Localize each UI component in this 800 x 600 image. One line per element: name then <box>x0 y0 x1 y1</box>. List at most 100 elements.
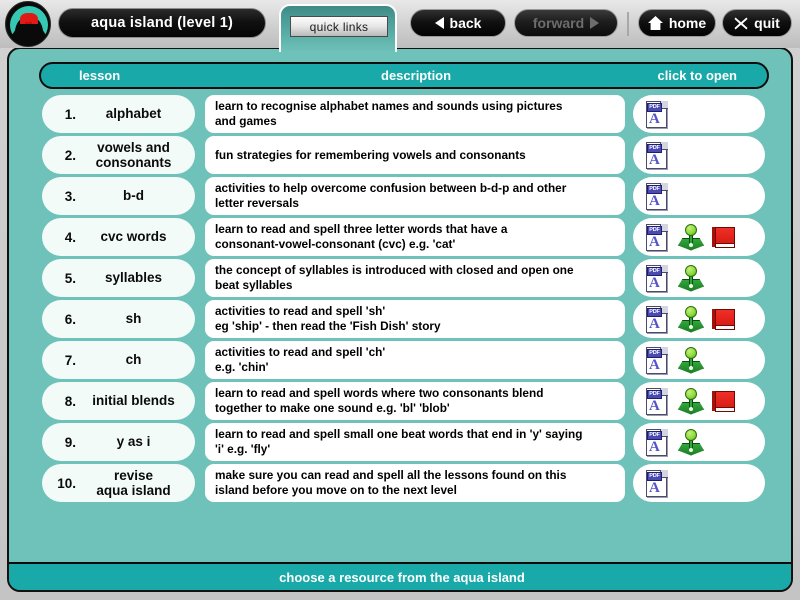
table-row: 8. initial blends learn to read and spell … <box>9 382 791 420</box>
description-cell: activities to help overcome confusion be… <box>205 177 625 215</box>
table-row: 7. ch activities to read and spell 'ch' e.… <box>9 341 791 379</box>
lesson-cell[interactable]: 6. sh <box>42 300 195 338</box>
description-cell: activities to read and spell 'ch' e.g. '… <box>205 341 625 379</box>
description-cell: activities to read and spell 'sh' eg 'sh… <box>205 300 625 338</box>
joystick-game-icon[interactable] <box>678 428 704 457</box>
lesson-cell[interactable]: 1. alphabet <box>42 95 195 133</box>
joystick-ball <box>685 428 697 441</box>
resource-icons-cell: PDF A <box>633 382 765 420</box>
pdf-acrobat-glyph: A <box>649 151 660 168</box>
pdf-acrobat-glyph: A <box>649 479 660 496</box>
lesson-name: sh <box>125 311 142 327</box>
quit-button[interactable]: quit <box>722 9 792 37</box>
description-cell: the concept of syllables is introduced w… <box>205 259 625 297</box>
joystick-button <box>689 406 693 411</box>
joystick-ball <box>685 264 697 277</box>
lesson-number: 2. <box>64 147 76 163</box>
description-text: make sure you can read and spell all the… <box>215 468 567 497</box>
description-text: learn to read and spell small one beat w… <box>215 427 583 456</box>
quick-links-button[interactable]: quick links <box>290 16 388 37</box>
x-icon <box>734 17 748 29</box>
description-text: learn to read and spell words where two … <box>215 386 544 415</box>
description-text: fun strategies for remembering vowels an… <box>215 147 526 162</box>
table-row: 4. cvc words learn to read and spell three… <box>9 218 791 256</box>
resource-icons-cell: PDF A <box>633 218 765 256</box>
lesson-cell[interactable]: 3. b-d <box>42 177 195 215</box>
back-button[interactable]: back <box>410 9 506 37</box>
lesson-cell[interactable]: 8. initial blends <box>42 382 195 420</box>
pdf-document-icon[interactable]: PDF A <box>645 387 671 416</box>
pdf-document-icon[interactable]: PDF A <box>645 428 671 457</box>
pdf-document-icon[interactable]: PDF A <box>645 141 671 170</box>
quit-button-label: quit <box>754 15 780 31</box>
lesson-number: 3. <box>64 188 76 204</box>
book-icon[interactable] <box>711 223 737 252</box>
pdf-acrobat-glyph: A <box>649 397 660 414</box>
table-row: 3. b-d activities to help overcome confusi… <box>9 177 791 215</box>
pdf-document-icon[interactable]: PDF A <box>645 100 671 129</box>
pdf-acrobat-glyph: A <box>649 356 660 373</box>
joystick-game-icon[interactable] <box>678 223 704 252</box>
book-icon[interactable] <box>711 387 737 416</box>
lesson-number: 8. <box>64 393 76 409</box>
pdf-document-icon[interactable]: PDF A <box>645 264 671 293</box>
lesson-name: revise aqua island <box>96 467 171 498</box>
joystick-ball <box>685 223 697 236</box>
pdf-acrobat-glyph: A <box>649 110 660 127</box>
lesson-cell[interactable]: 4. cvc words <box>42 218 195 256</box>
joystick-ball <box>685 305 697 318</box>
description-text: activities to help overcome confusion be… <box>215 181 567 210</box>
status-bar: choose a resource from the aqua island <box>9 562 791 590</box>
home-button[interactable]: home <box>638 9 716 37</box>
table-row: 1. alphabet learn to recognise alphabet na… <box>9 95 791 133</box>
joystick-ball <box>685 387 697 400</box>
joystick-button <box>689 447 693 452</box>
joystick-button <box>689 283 693 288</box>
application-window: aqua island (level 1) quick links back f… <box>0 0 800 600</box>
joystick-game-icon[interactable] <box>678 264 704 293</box>
book-icon[interactable] <box>711 305 737 334</box>
back-button-label: back <box>449 15 482 31</box>
forward-button[interactable]: forward <box>514 9 618 37</box>
book-pages <box>715 406 735 412</box>
joystick-button <box>689 365 693 370</box>
resource-icons-cell: PDF A <box>633 259 765 297</box>
joystick-game-icon[interactable] <box>678 387 704 416</box>
book-pages <box>715 324 735 330</box>
lesson-number: 10. <box>57 475 76 491</box>
resource-icons-cell: PDF A <box>633 177 765 215</box>
pdf-acrobat-glyph: A <box>649 438 660 455</box>
description-text: the concept of syllables is introduced w… <box>215 263 574 292</box>
pdf-document-icon[interactable]: PDF A <box>645 305 671 334</box>
description-cell: learn to read and spell small one beat w… <box>205 423 625 461</box>
lessons-list: 1. alphabet learn to recognise alphabet na… <box>9 95 791 505</box>
column-header-click-to-open: click to open <box>657 68 737 83</box>
lesson-cell[interactable]: 10. revise aqua island <box>42 464 195 502</box>
pdf-document-icon[interactable]: PDF A <box>645 223 671 252</box>
lesson-number: 9. <box>64 434 76 450</box>
pdf-document-icon[interactable]: PDF A <box>645 469 671 498</box>
lessons-panel: lesson description click to open 1. alpha… <box>7 47 793 592</box>
quick-links-tab[interactable]: quick links <box>279 4 397 52</box>
pdf-document-icon[interactable]: PDF A <box>645 182 671 211</box>
pdf-acrobat-glyph: A <box>649 192 660 209</box>
page-title: aqua island (level 1) <box>58 8 266 38</box>
lesson-cell[interactable]: 5. syllables <box>42 259 195 297</box>
description-text: activities to read and spell 'ch' e.g. '… <box>215 345 386 374</box>
triangle-left-icon <box>434 17 444 29</box>
lesson-name: alphabet <box>105 106 162 122</box>
joystick-game-icon[interactable] <box>678 346 704 375</box>
lesson-cell[interactable]: 2. vowels and consonants <box>42 136 195 174</box>
table-row: 2. vowels and consonants fun strategies fo… <box>9 136 791 174</box>
joystick-game-icon[interactable] <box>678 305 704 334</box>
column-header-description: description <box>381 68 452 83</box>
lesson-name: syllables <box>104 270 163 286</box>
pdf-acrobat-glyph: A <box>649 233 660 250</box>
toolbar-divider <box>627 12 629 36</box>
joystick-ball <box>685 346 697 359</box>
lesson-cell[interactable]: 9. y as i <box>42 423 195 461</box>
lesson-name: cvc words <box>100 229 167 245</box>
lesson-name: initial blends <box>92 393 175 409</box>
lesson-cell[interactable]: 7. ch <box>42 341 195 379</box>
pdf-document-icon[interactable]: PDF A <box>645 346 671 375</box>
